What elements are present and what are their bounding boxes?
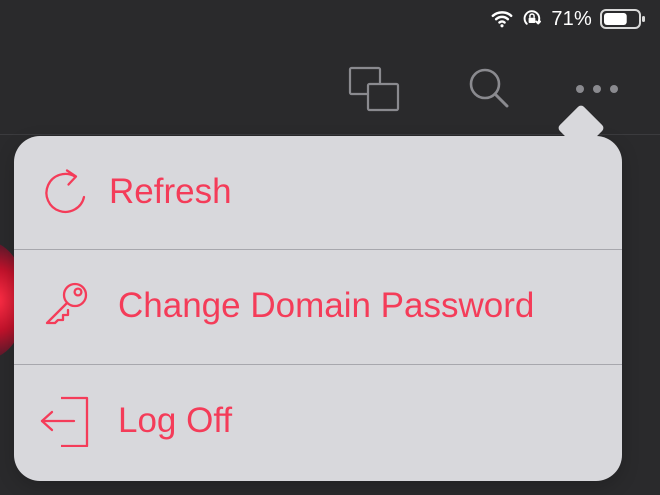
toolbar-divider — [0, 134, 660, 135]
multitasking-icon — [348, 66, 400, 112]
status-bar: 71% — [0, 0, 660, 40]
rotation-lock-icon — [524, 10, 542, 25]
key-icon — [45, 282, 88, 325]
change-domain-password-menu-item[interactable]: Change Domain Password — [14, 250, 622, 364]
wifi-icon — [491, 11, 513, 28]
actions-popover: Refresh Change Domain Password Log Off — [14, 136, 622, 481]
more-button[interactable] — [567, 66, 627, 112]
change-domain-password-label: Change Domain Password — [118, 286, 535, 325]
log-off-menu-item[interactable]: Log Off — [14, 365, 622, 479]
multitasking-button[interactable] — [345, 66, 405, 112]
refresh-icon — [45, 169, 86, 214]
search-icon — [469, 68, 509, 108]
log-off-label: Log Off — [118, 401, 233, 440]
status-right: 71% — [491, 8, 646, 30]
battery-percentage: 71% — [551, 8, 592, 30]
search-button[interactable] — [458, 66, 518, 112]
top-toolbar — [0, 48, 660, 134]
refresh-menu-item[interactable]: Refresh — [14, 136, 622, 250]
more-icon — [576, 85, 618, 93]
refresh-label: Refresh — [109, 172, 232, 211]
battery-icon — [600, 9, 645, 29]
app-screen: 71% Refresh Change Domain Password Log O… — [0, 0, 660, 495]
log-off-icon — [40, 396, 89, 447]
